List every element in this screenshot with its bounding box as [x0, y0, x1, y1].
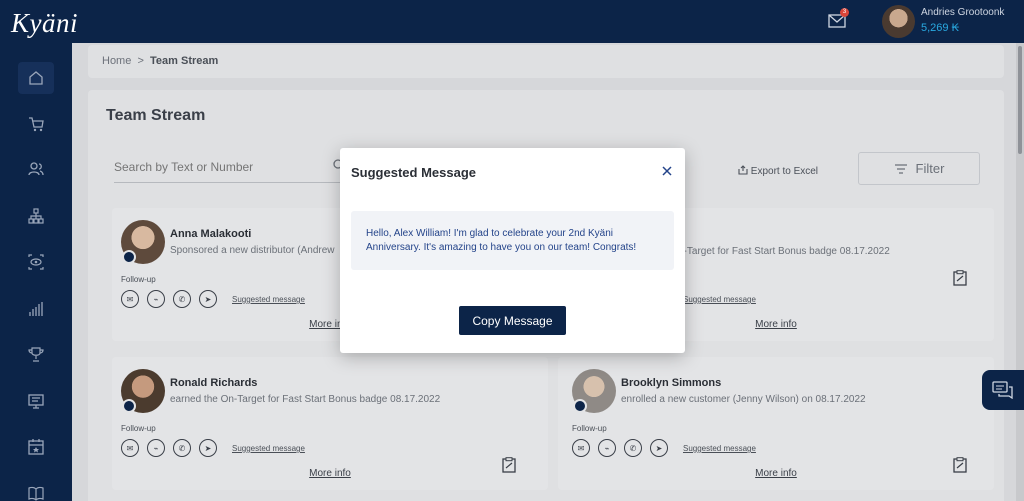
user-name[interactable]: Andries Grootoonk	[921, 7, 1004, 18]
sidebar-item-shop[interactable]	[18, 108, 54, 140]
contact-icons: ✉ ⌁ ✆ ➤	[121, 290, 217, 308]
sidebar-item-genealogy[interactable]	[18, 200, 54, 232]
stream-card: Brooklyn Simmons enrolled a new customer…	[558, 357, 994, 490]
stream-card: Ronald Richards earned the On-Target for…	[112, 357, 548, 490]
member-name[interactable]: Ronald Richards	[170, 377, 257, 389]
sponsor-badge-icon	[122, 250, 136, 264]
clipboard-icon[interactable]	[953, 270, 967, 286]
filter-label: Filter	[915, 161, 945, 176]
email-icon[interactable]: ✉	[121, 439, 139, 457]
export-button[interactable]: Export to Excel	[738, 165, 818, 177]
page-title: Team Stream	[106, 107, 206, 124]
messenger-icon[interactable]: ⌁	[147, 439, 165, 457]
suggested-message-link[interactable]: Suggested message	[683, 444, 756, 453]
member-name[interactable]: Brooklyn Simmons	[621, 377, 721, 389]
monitor-icon	[28, 394, 44, 409]
close-icon[interactable]	[660, 164, 674, 178]
telegram-icon[interactable]: ➤	[650, 439, 668, 457]
followup-label: Follow-up	[121, 424, 156, 433]
activity-text: Sponsored a new distributor (Andrew	[170, 245, 335, 256]
whatsapp-icon[interactable]: ✆	[624, 439, 642, 457]
user-avatar[interactable]	[882, 5, 915, 38]
clipboard-icon[interactable]	[502, 457, 516, 473]
filter-icon	[894, 163, 907, 174]
sidebar-item-team[interactable]	[18, 153, 54, 185]
sidebar-item-calendar[interactable]	[18, 431, 54, 463]
trophy-icon	[28, 347, 44, 362]
activity-text: n-Target for Fast Start Bonus badge 08.1…	[678, 246, 890, 257]
sidebar-item-library[interactable]	[18, 477, 54, 501]
export-icon	[738, 165, 748, 175]
whatsapp-icon[interactable]: ✆	[173, 290, 191, 308]
activity-text: enrolled a new customer (Jenny Wilson) o…	[621, 394, 866, 405]
eye-icon	[28, 254, 44, 270]
followup-label: Follow-up	[121, 275, 156, 284]
cart-icon	[29, 117, 44, 132]
search-input[interactable]	[114, 160, 336, 174]
user-points: 5,269 ₭	[921, 22, 959, 34]
messenger-icon[interactable]: ⌁	[147, 290, 165, 308]
chart-icon	[29, 302, 43, 316]
kyani-logo[interactable]: Kyäni	[11, 8, 78, 39]
suggested-message-link[interactable]: Suggested message	[683, 295, 756, 304]
person-badge-icon	[573, 399, 587, 413]
sidebar-item-home[interactable]	[18, 62, 54, 94]
search-underline	[114, 182, 348, 183]
more-info-link[interactable]: More info	[112, 468, 548, 479]
contact-icons: ✉ ⌁ ✆ ➤	[572, 439, 668, 457]
breadcrumb-separator: >	[137, 55, 144, 67]
telegram-icon[interactable]: ➤	[199, 290, 217, 308]
suggested-message-modal: Suggested Message Hello, Alex William! I…	[340, 148, 685, 353]
export-label: Export to Excel	[750, 166, 819, 177]
sidebar	[0, 43, 72, 501]
contact-icons: ✉ ⌁ ✆ ➤	[121, 439, 217, 457]
messenger-icon[interactable]: ⌁	[598, 439, 616, 457]
more-info-link[interactable]: More info	[558, 468, 994, 479]
scrollbar-thumb[interactable]	[1018, 46, 1022, 154]
followup-label: Follow-up	[572, 424, 607, 433]
email-icon[interactable]: ✉	[572, 439, 590, 457]
book-icon	[28, 486, 44, 501]
calendar-icon	[28, 439, 44, 455]
notification-badge: 3	[840, 8, 849, 17]
email-icon[interactable]: ✉	[121, 290, 139, 308]
breadcrumb-current: Team Stream	[150, 55, 219, 67]
sidebar-item-reports[interactable]	[18, 293, 54, 325]
network-icon	[28, 208, 44, 224]
filter-button[interactable]: Filter	[858, 152, 980, 185]
chat-icon	[992, 381, 1013, 399]
sidebar-item-training[interactable]	[18, 385, 54, 417]
people-icon	[28, 162, 44, 176]
activity-text: earned the On-Target for Fast Start Bonu…	[170, 394, 441, 405]
top-bar: Kyäni 3 Andries Grootoonk 5,269 ₭	[0, 0, 1024, 43]
breadcrumb-home[interactable]: Home	[102, 55, 131, 67]
clipboard-icon[interactable]	[953, 457, 967, 473]
suggested-message-link[interactable]: Suggested message	[232, 295, 305, 304]
suggested-message-text: Hello, Alex William! I'm glad to celebra…	[351, 211, 674, 270]
person-badge-icon	[122, 399, 136, 413]
sidebar-item-view[interactable]	[18, 246, 54, 278]
telegram-icon[interactable]: ➤	[199, 439, 217, 457]
breadcrumb: Home > Team Stream	[88, 45, 1004, 78]
home-icon	[29, 71, 43, 85]
member-name[interactable]: Anna Malakooti	[170, 228, 251, 240]
chat-button[interactable]	[982, 370, 1024, 410]
copy-message-button[interactable]: Copy Message	[459, 306, 566, 335]
modal-title: Suggested Message	[351, 165, 476, 180]
sidebar-item-achievements[interactable]	[18, 339, 54, 371]
whatsapp-icon[interactable]: ✆	[173, 439, 191, 457]
suggested-message-link[interactable]: Suggested message	[232, 444, 305, 453]
